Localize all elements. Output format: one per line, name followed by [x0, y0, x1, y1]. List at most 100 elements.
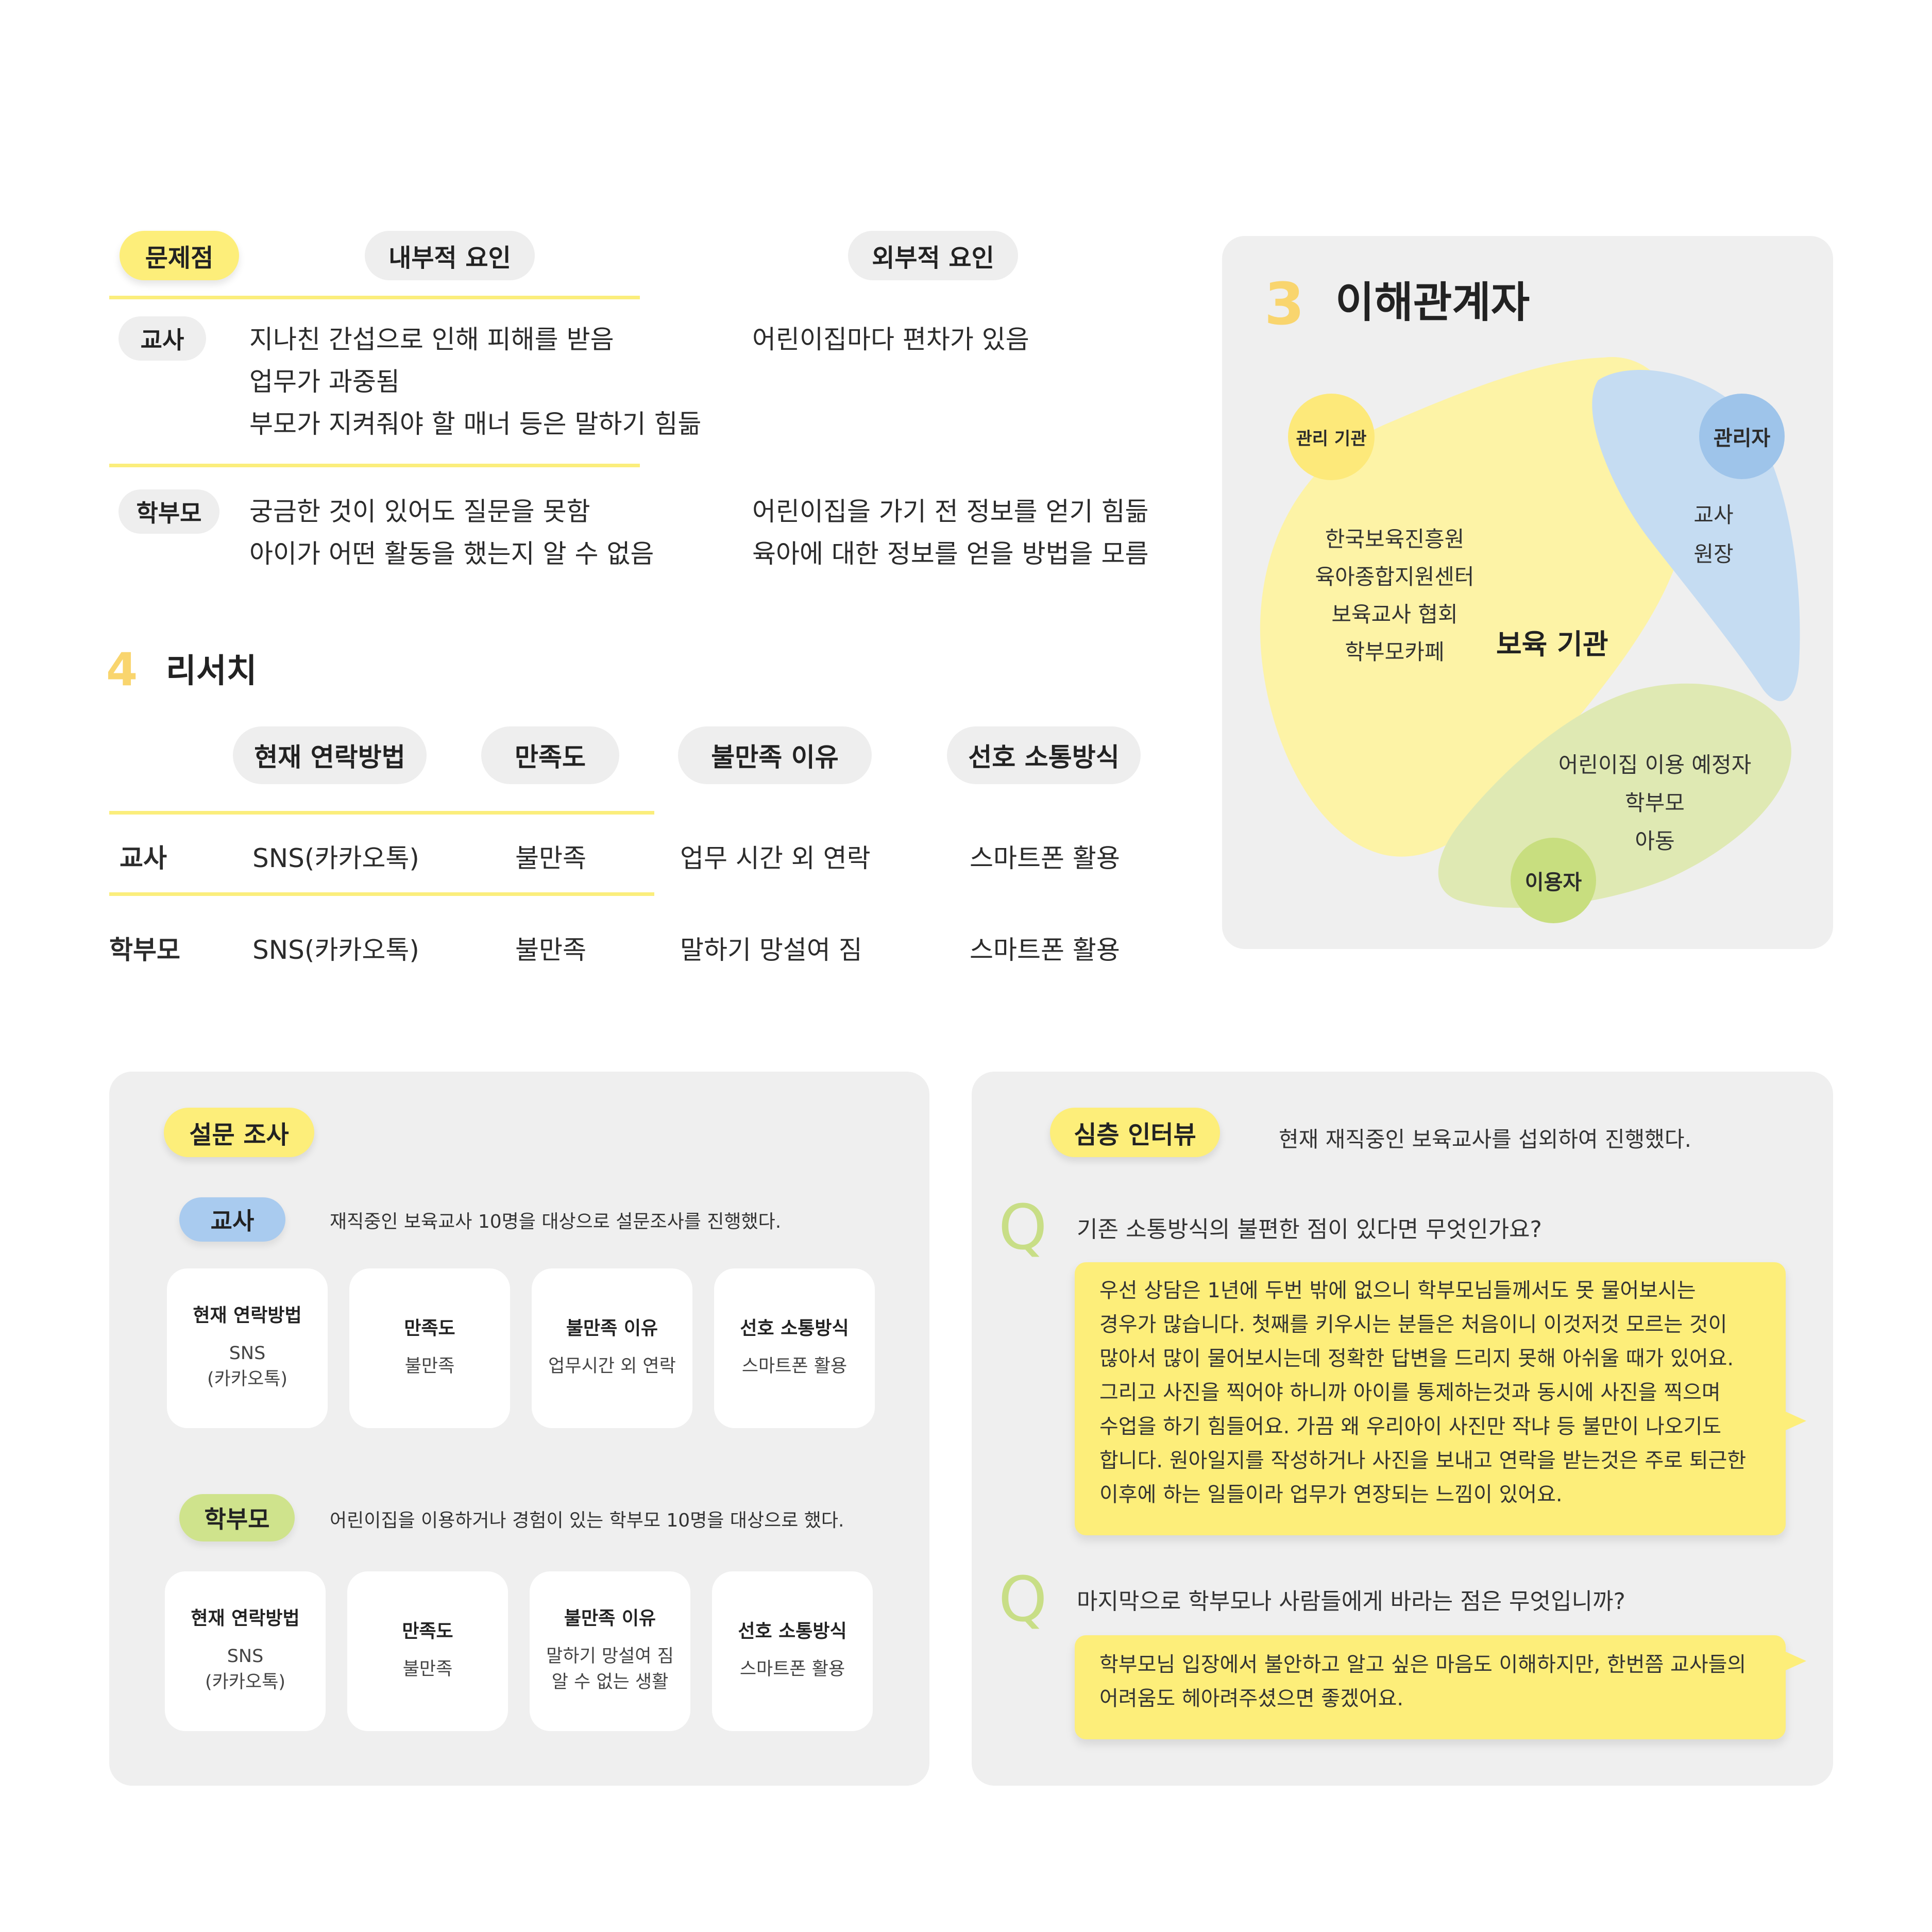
teacher-internal-factors: 지나친 간섭으로 인해 피해를 받음 업무가 과중됨 부모가 지켜줘야 할 매너…	[249, 318, 701, 445]
center-label: 보육 기관	[1496, 628, 1608, 660]
management-badge: 관리 기관	[1288, 394, 1375, 480]
section-number: 4	[106, 643, 138, 696]
factor-text: 어린이집을 가기 전 정보를 얻기 힘듦	[752, 497, 1149, 527]
interview-panel: 심층 인터뷰 현재 재직중인 보육교사를 섭외하여 진행했다. Q 기존 소통방…	[972, 1072, 1833, 1786]
admin-item: 원장	[1693, 541, 1734, 567]
survey-panel: 설문 조사 교사 재직중인 보육교사 10명을 대상으로 설문조사를 진행했다.…	[109, 1072, 929, 1786]
factor-text: 궁금한 것이 있어도 질문을 못함	[249, 497, 590, 527]
parent-group-badge: 학부모	[179, 1494, 295, 1541]
question-icon: Q	[998, 1192, 1047, 1264]
factor-text: 아이가 어떤 활동을 했는지 알 수 없음	[249, 539, 654, 569]
management-item: 보육교사 협회	[1331, 602, 1458, 627]
answer-line: 그리고 사진을 찍어야 하니까 아이를 통제하는것과 동시에 사진을 찍으며	[1099, 1381, 1721, 1404]
answer-line: 수업을 하기 힘들어요. 가끔 왜 우리아이 사진만 작냐 등 불만이 나오기도	[1099, 1415, 1722, 1438]
column-header: 현재 연락방법	[233, 726, 427, 784]
survey-card: 선호 소통방식 스마트폰 활용	[712, 1571, 873, 1731]
user-item: 어린이집 이용 예정자	[1558, 752, 1752, 777]
bubble-tail	[1786, 1652, 1806, 1670]
survey-card: 선호 소통방식 스마트폰 활용	[714, 1268, 875, 1428]
card-title: 만족도	[402, 1621, 453, 1642]
card-title: 선호 소통방식	[740, 1318, 849, 1339]
management-item: 한국보육진흥원	[1325, 527, 1465, 552]
research-cell: 불만족	[515, 935, 586, 965]
research-cell: SNS(카카오톡)	[252, 935, 419, 965]
survey-card: 불만족 이유 말하기 망설여 짐 알 수 없는 생활	[530, 1571, 690, 1731]
answer-line: 경우가 많습니다. 첫째를 키우시는 분들은 처음이니 이것저것 모르는 것이	[1099, 1313, 1727, 1336]
card-title: 선호 소통방식	[738, 1621, 847, 1642]
survey-card: 만족도 불만족	[347, 1571, 508, 1731]
teacher-group-badge: 교사	[179, 1197, 285, 1242]
factor-text: 어린이집마다 편차가 있음	[752, 325, 1029, 354]
admin-item: 교사	[1693, 502, 1734, 528]
answer-line: 이후에 하는 일들이라 업무가 연장되는 느낌이 있어요.	[1099, 1483, 1563, 1506]
card-title: 불만족 이유	[564, 1608, 656, 1629]
row-label-parent: 학부모	[118, 489, 219, 534]
factor-text: 육아에 대한 정보를 얻을 방법을 모름	[752, 539, 1149, 569]
research-cell: 스마트폰 활용	[970, 843, 1120, 873]
research-cell: 업무 시간 외 연락	[680, 843, 871, 873]
survey-card: 불만족 이유 업무시간 외 연락	[532, 1268, 692, 1428]
stakeholders-panel: 3 이해관계자 관리 기관 한국보육진흥원 육아종합지원센터 보육교사 협회 학…	[1222, 236, 1833, 949]
row-label-parent: 학부모	[109, 935, 180, 965]
management-item: 육아종합지원센터	[1315, 564, 1475, 589]
user-badge: 이용자	[1511, 838, 1596, 923]
factor-text: 지나친 간섭으로 인해 피해를 받음	[249, 325, 614, 354]
question-text: 마지막으로 학부모나 사람들에게 바라는 점은 무엇입니까?	[1077, 1588, 1625, 1615]
answer-bubble: 학부모님 입장에서 불안하고 알고 싶은 마음도 이해하지만, 한번쯤 교사들의…	[1075, 1635, 1786, 1739]
parent-external-factors: 어린이집을 가기 전 정보를 얻기 힘듦 육아에 대한 정보를 얻을 방법을 모…	[752, 490, 1148, 575]
research-cell: 불만족	[515, 843, 586, 873]
user-list: 어린이집 이용 예정자 학부모 아동	[1541, 746, 1768, 860]
research-cell: 스마트폰 활용	[970, 935, 1120, 965]
question-icon: Q	[998, 1564, 1047, 1636]
divider	[109, 892, 654, 896]
answer-line: 우선 상담은 1년에 두번 밖에 없으니 학부모님들께서도 못 물어보시는	[1099, 1279, 1696, 1302]
survey-card: 만족도 불만족	[349, 1268, 510, 1428]
problem-header-badge: 문제점	[120, 231, 239, 280]
card-title: 불만족 이유	[566, 1318, 658, 1339]
survey-title-badge: 설문 조사	[164, 1108, 314, 1157]
internal-factor-header: 내부적 요인	[365, 231, 535, 280]
column-header: 선호 소통방식	[947, 726, 1141, 784]
divider	[109, 811, 654, 815]
card-value: 불만족	[404, 1356, 455, 1377]
admin-badge: 관리자	[1699, 394, 1785, 479]
answer-line: 어려움도 헤아려주셨으면 좋겠어요.	[1099, 1687, 1404, 1710]
divider	[109, 296, 640, 299]
question-text: 기존 소통방식의 불편한 점이 있다면 무엇인가요?	[1077, 1216, 1542, 1243]
factor-text: 업무가 과중됨	[249, 367, 400, 397]
answer-bubble: 우선 상담은 1년에 두번 밖에 없으니 학부모님들께서도 못 물어보시는 경우…	[1075, 1262, 1786, 1535]
card-title: 현재 연락방법	[193, 1305, 302, 1326]
teacher-external-factors: 어린이집마다 편차가 있음	[752, 318, 1029, 361]
card-value: 업무시간 외 연락	[548, 1356, 676, 1377]
external-factor-header: 외부적 요인	[848, 231, 1018, 280]
section-title: 리서치	[166, 652, 257, 690]
research-cell: SNS(카카오톡)	[252, 843, 419, 873]
answer-line: 학부모님 입장에서 불안하고 알고 싶은 마음도 이해하지만, 한번쯤 교사들의	[1099, 1653, 1747, 1676]
parent-group-desc: 어린이집을 이용하거나 경험이 있는 학부모 10명을 대상으로 했다.	[330, 1510, 844, 1531]
card-value: 스마트폰 활용	[741, 1356, 848, 1377]
card-value: 말하기 망설여 짐 알 수 없는 생활	[546, 1646, 674, 1692]
divider	[109, 464, 640, 467]
column-header: 만족도	[481, 726, 619, 784]
survey-card: 현재 연락방법 SNS (카카오톡)	[165, 1571, 326, 1731]
management-item: 학부모카페	[1345, 639, 1445, 665]
bubble-tail	[1786, 1412, 1806, 1430]
parent-internal-factors: 궁금한 것이 있어도 질문을 못함 아이가 어떤 활동을 했는지 알 수 없음	[249, 490, 654, 575]
card-value: SNS (카카오톡)	[207, 1343, 288, 1389]
card-title: 현재 연락방법	[191, 1608, 300, 1629]
answer-line: 합니다. 원아일지를 작성하거나 사진을 보내고 연락을 받는것은 주로 퇴근한	[1099, 1449, 1747, 1472]
factor-text: 부모가 지켜줘야 할 매너 등은 말하기 힘듦	[249, 409, 702, 439]
management-list: 한국보육진흥원 육아종합지원센터 보육교사 협회 학부모카페	[1310, 520, 1480, 671]
card-value: SNS (카카오톡)	[205, 1646, 286, 1692]
admin-list: 교사 원장	[1675, 496, 1752, 574]
interview-title-badge: 심층 인터뷰	[1050, 1108, 1220, 1157]
row-label-teacher: 교사	[120, 843, 167, 873]
user-item: 학부모	[1625, 790, 1685, 816]
card-value: 불만족	[402, 1659, 453, 1680]
research-cell: 말하기 망설여 짐	[680, 935, 862, 965]
column-header: 불만족 이유	[678, 726, 872, 784]
teacher-group-desc: 재직중인 보육교사 10명을 대상으로 설문조사를 진행했다.	[330, 1211, 782, 1232]
survey-card: 현재 연락방법 SNS (카카오톡)	[167, 1268, 328, 1428]
answer-line: 많아서 많이 물어보시는데 정확한 답변을 드리지 못해 아쉬울 때가 있어요.	[1099, 1347, 1734, 1370]
interview-desc: 현재 재직중인 보육교사를 섭외하여 진행했다.	[1279, 1127, 1691, 1152]
